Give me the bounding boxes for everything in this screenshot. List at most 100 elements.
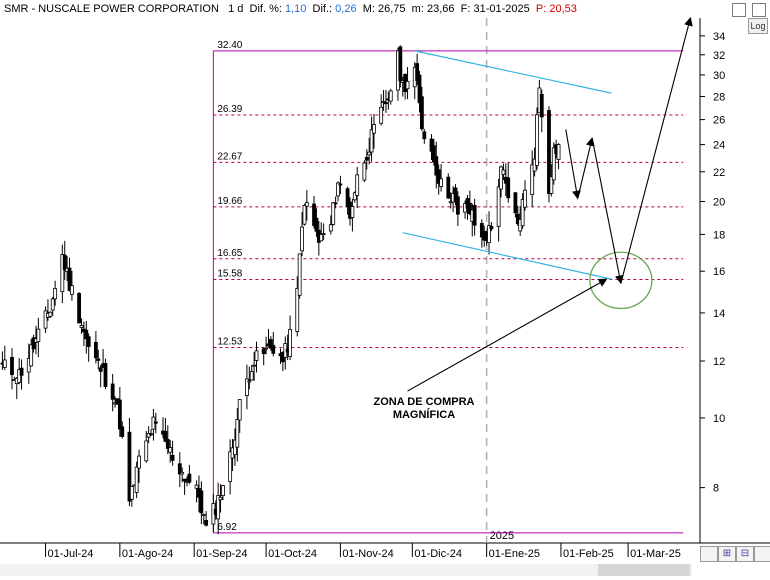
- corner-box-left[interactable]: [732, 3, 746, 17]
- projection-segment: [591, 138, 624, 285]
- scrollbar-thumb[interactable]: [598, 564, 690, 576]
- axes: 8 10 12 14 16 18 20 22 24 26 28 30 32 34 01-Jul-24 01-A…: [45, 31, 725, 560]
- candle-body: [129, 486, 134, 500]
- candle-body: [252, 364, 257, 367]
- candle-body: [218, 496, 223, 501]
- candle-body: [302, 205, 307, 225]
- y-tick-label: 24: [713, 140, 725, 152]
- price-chart[interactable]: 2025 32.40 26.39 22.67 19.66 16.65 15.58 12.53…: [0, 0, 770, 580]
- candle-body: [362, 162, 367, 181]
- candle-body: [264, 347, 268, 350]
- projection-segment: [577, 137, 595, 199]
- candle-body: [384, 102, 388, 105]
- x-tick-label: 01-Feb-25: [563, 548, 614, 560]
- candle-body: [496, 186, 501, 227]
- x-tick-label: 01-Ene-25: [489, 548, 540, 560]
- candle-body: [170, 454, 175, 461]
- candle-body: [539, 93, 544, 118]
- candle-body: [237, 399, 242, 421]
- candle-body: [98, 367, 103, 372]
- candle-body: [77, 293, 82, 324]
- fib-level-label: 22.67: [217, 151, 242, 162]
- candlestick-series: [0, 45, 561, 535]
- candle-body: [513, 192, 518, 214]
- candle-body: [388, 90, 393, 102]
- y-tick-label: 14: [713, 308, 725, 320]
- candle-body: [79, 325, 84, 328]
- horizontal-scrollbar[interactable]: [0, 564, 692, 576]
- y-tick-label: 22: [713, 167, 725, 179]
- y-tick-label: 32: [713, 50, 725, 62]
- candle-body: [364, 156, 369, 161]
- log-scale-toggle[interactable]: Log: [748, 18, 768, 34]
- candle-body: [300, 226, 304, 252]
- settings-icon[interactable]: [754, 546, 770, 562]
- candle-body: [297, 253, 302, 296]
- x-tick-label: 01-Oct-24: [268, 548, 317, 560]
- candle-body: [134, 466, 139, 493]
- x-tick-label: 01-Nov-24: [342, 548, 393, 560]
- candle-body: [321, 233, 326, 235]
- x-tick-label: 01-Sep-24: [196, 548, 247, 560]
- zone-pointer-arrow: [407, 278, 608, 392]
- y-tick-label: 30: [713, 70, 725, 82]
- y-tick-label: 26: [713, 115, 725, 127]
- fib-level-label: 26.39: [217, 104, 242, 115]
- collapse-icon[interactable]: ⊟: [736, 546, 754, 562]
- x-tick-label: 01-Ago-24: [122, 548, 173, 560]
- zoom-button[interactable]: [700, 546, 718, 562]
- candle-body: [182, 478, 187, 482]
- candle-body: [523, 189, 527, 208]
- candle-body: [422, 131, 427, 140]
- candle-body: [304, 202, 309, 207]
- fib-level-label: 32.40: [217, 40, 242, 51]
- candle-body: [420, 96, 424, 130]
- candle-body: [204, 520, 209, 526]
- fib-level-label: 15.58: [217, 269, 242, 280]
- candle-body: [446, 176, 451, 199]
- candle-body: [271, 344, 276, 354]
- projection-segment: [565, 129, 581, 200]
- candle-body: [405, 81, 410, 90]
- fib-level-label: 12.53: [217, 337, 242, 348]
- candle-body: [319, 234, 324, 242]
- drawings: [402, 16, 693, 392]
- candle-body: [379, 106, 384, 124]
- candle-body: [48, 311, 53, 317]
- y-tick-label: 16: [713, 266, 725, 278]
- candle-body: [103, 363, 108, 387]
- x-tick-label: 01-Dic-24: [414, 548, 462, 560]
- candle-body: [149, 433, 153, 436]
- candle-body: [535, 114, 539, 166]
- candle-body: [153, 421, 158, 424]
- candle-body: [439, 178, 443, 187]
- candle-body: [372, 124, 376, 134]
- candle-body: [338, 183, 343, 186]
- fib-level-label: 16.65: [217, 248, 242, 259]
- candle-body: [120, 426, 125, 437]
- buy-zone-annotation: ZONA DE COMPRA MAGNÍFICA: [362, 396, 486, 422]
- candle-body: [350, 206, 355, 218]
- candle-body: [36, 328, 41, 343]
- candle-body: [489, 225, 494, 230]
- annotation-line-2: MAGNÍFICA: [392, 409, 456, 421]
- expand-icon[interactable]: ⊞: [718, 546, 736, 562]
- candle-body: [137, 455, 141, 469]
- candle-body: [53, 288, 58, 300]
- candle-body: [506, 177, 511, 199]
- y-tick-label: 20: [713, 197, 725, 209]
- chart-frame: 2025: [0, 18, 770, 544]
- y-tick-label: 28: [713, 91, 725, 103]
- candle-body: [117, 399, 122, 430]
- candle-body: [261, 348, 266, 355]
- candle-body: [2, 359, 7, 368]
- candle-body: [333, 202, 338, 205]
- projection-segment: [620, 16, 693, 284]
- corner-box-right[interactable]: [752, 3, 766, 17]
- candle-body: [556, 144, 561, 160]
- candle-body: [62, 254, 67, 271]
- candle-body: [194, 484, 199, 489]
- candle-body: [19, 367, 24, 376]
- candle-body: [180, 471, 185, 475]
- candle-body: [367, 151, 372, 156]
